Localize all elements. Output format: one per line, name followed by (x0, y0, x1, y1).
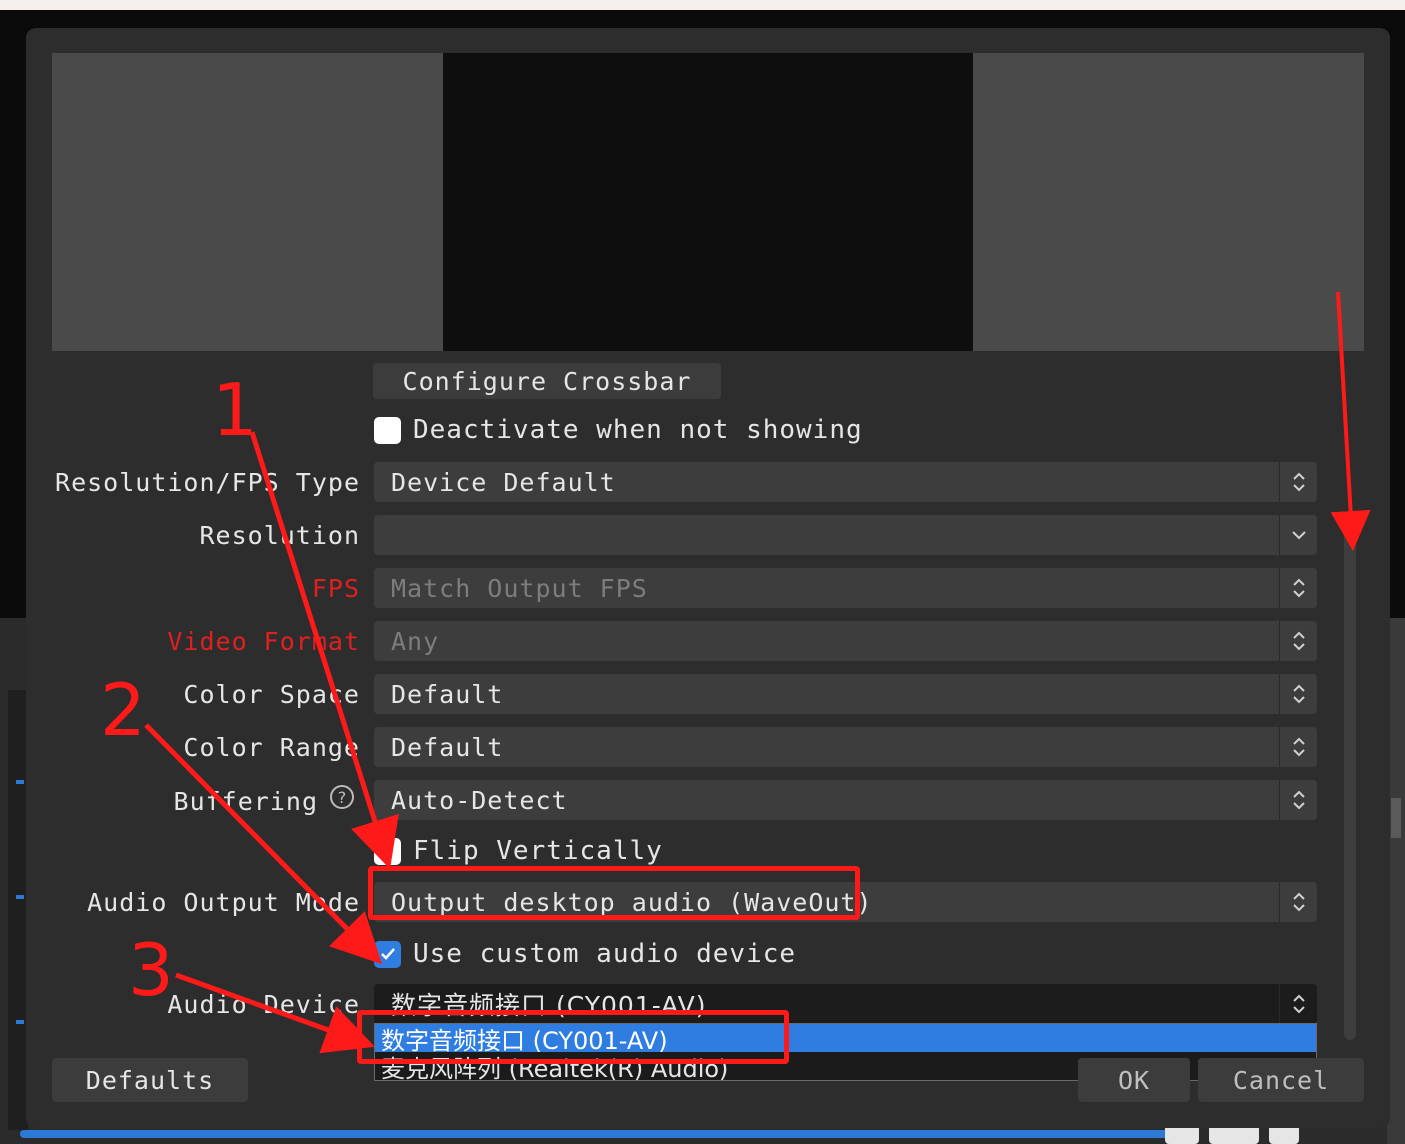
audio-device-select[interactable]: 数字音频接口 (CY001-AV) (374, 984, 1317, 1024)
resolution-fps-type-label: Resolution/FPS Type (55, 468, 360, 497)
up-down-chevron-icon[interactable] (1279, 727, 1317, 767)
preview-area (52, 53, 1364, 351)
flip-vertically-checkbox[interactable] (374, 837, 401, 865)
use-custom-audio-checkbox[interactable] (374, 940, 401, 968)
color-space-select[interactable]: Default (374, 674, 1317, 714)
audio-output-mode-value: Output desktop audio (WaveOut) (391, 887, 873, 917)
ok-button[interactable]: OK (1078, 1058, 1190, 1102)
buffering-value: Auto-Detect (391, 785, 568, 815)
color-range-label: Color Range (183, 733, 360, 762)
background-volume-bar[interactable] (20, 1130, 1180, 1138)
resolution-fps-type-value: Device Default (391, 467, 616, 497)
audio-device-label: Audio Device (167, 990, 360, 1019)
color-range-value: Default (391, 732, 504, 762)
up-down-chevron-icon[interactable] (1279, 780, 1317, 820)
resolution-fps-type-select[interactable]: Device Default (374, 462, 1317, 502)
dropdown-option[interactable]: 数字音频接口 (CY001-AV) (375, 1024, 1316, 1052)
preview-video (443, 53, 973, 351)
video-format-select[interactable]: Any (374, 621, 1317, 661)
audio-device-value: 数字音频接口 (CY001-AV) (391, 991, 707, 1020)
buffering-select[interactable]: Auto-Detect (374, 780, 1317, 820)
flip-vertically-row[interactable]: Flip Vertically (374, 836, 663, 866)
chevron-down-icon[interactable] (1279, 515, 1317, 555)
background-marker (16, 780, 24, 784)
up-down-chevron-icon[interactable] (1279, 621, 1317, 661)
scrollbar-thumb[interactable] (1344, 530, 1356, 1040)
background-marker (16, 895, 24, 899)
fps-label: FPS (311, 574, 360, 603)
defaults-button[interactable]: Defaults (52, 1058, 248, 1102)
fps-select[interactable]: Match Output FPS (374, 568, 1317, 608)
resolution-label: Resolution (199, 521, 360, 550)
video-format-value: Any (391, 626, 440, 656)
fps-value: Match Output FPS (391, 573, 648, 603)
help-icon[interactable]: ? (330, 785, 354, 809)
configure-crossbar-button[interactable]: Configure Crossbar (373, 363, 721, 399)
use-custom-audio-row[interactable]: Use custom audio device (374, 939, 796, 969)
deactivate-label: Deactivate when not showing (413, 415, 863, 445)
deactivate-checkbox[interactable] (374, 416, 401, 444)
cancel-button[interactable]: Cancel (1198, 1058, 1364, 1102)
audio-output-mode-label: Audio Output Mode (87, 888, 360, 917)
up-down-chevron-icon[interactable] (1279, 462, 1317, 502)
up-down-chevron-icon[interactable] (1279, 984, 1317, 1024)
up-down-chevron-icon[interactable] (1279, 674, 1317, 714)
color-range-select[interactable]: Default (374, 727, 1317, 767)
buffering-label: Buffering (173, 787, 318, 816)
video-capture-properties-dialog: Configure Crossbar Deactivate when not s… (26, 28, 1390, 1128)
background-titlebar (0, 0, 1405, 10)
flip-vertically-label: Flip Vertically (413, 836, 663, 866)
video-format-label: Video Format (167, 627, 360, 656)
color-space-label: Color Space (183, 680, 360, 709)
background-side-panel (8, 690, 28, 1130)
audio-output-mode-select[interactable]: Output desktop audio (WaveOut) (374, 882, 1317, 922)
use-custom-audio-label: Use custom audio device (413, 939, 797, 969)
color-space-value: Default (391, 679, 504, 709)
background-marker (16, 1020, 24, 1024)
deactivate-checkbox-row[interactable]: Deactivate when not showing (374, 415, 863, 445)
resolution-select[interactable] (374, 515, 1317, 555)
up-down-chevron-icon[interactable] (1279, 882, 1317, 922)
up-down-chevron-icon[interactable] (1279, 568, 1317, 608)
dialog-scrollbar[interactable] (1344, 290, 1358, 1040)
check-icon (380, 948, 395, 960)
